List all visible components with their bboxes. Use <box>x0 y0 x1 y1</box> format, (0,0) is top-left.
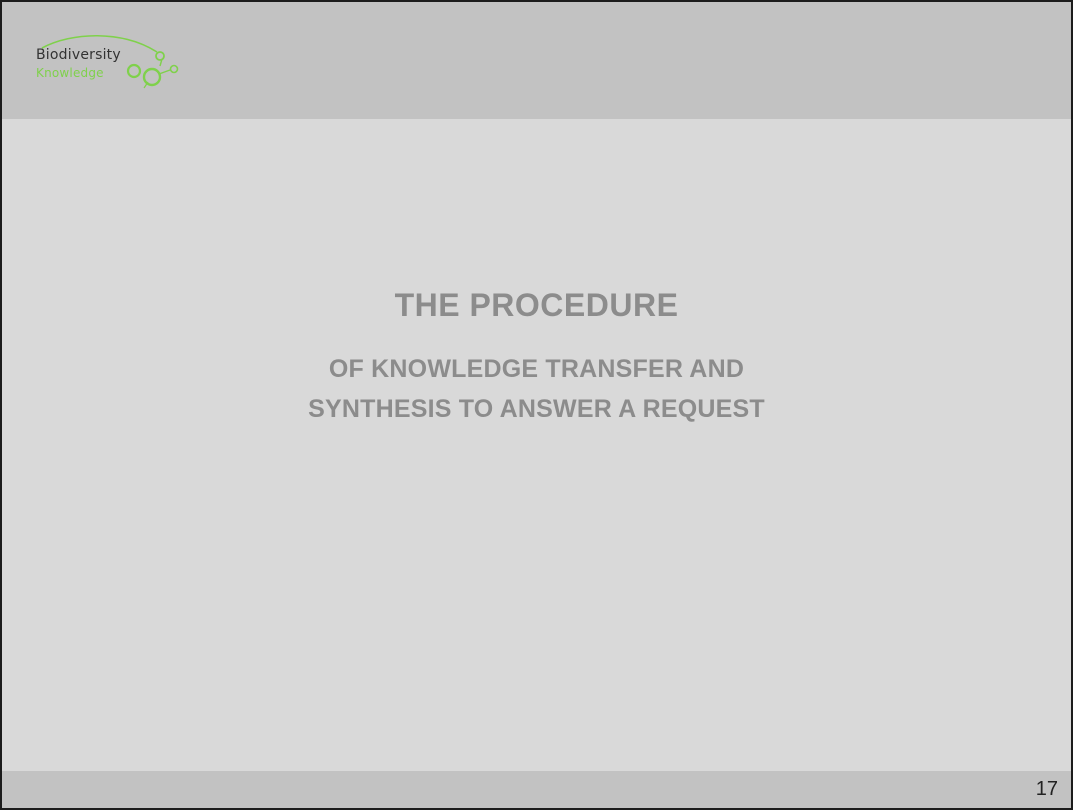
subtitle-line-2: SYNTHESIS TO ANSWER A REQUEST <box>308 395 765 423</box>
subtitle-line-1: OF KNOWLEDGE TRANSFER AND <box>328 355 745 383</box>
logo-text-knowledge: Knowledge <box>36 66 104 80</box>
logo-text-biodiversity: Biodiversity <box>36 47 121 63</box>
slide: Biodiversity Knowledge THE PROCEDURE OF … <box>0 0 1073 810</box>
slide-title: THE PROCEDURE <box>394 287 679 323</box>
slide-subtitle: OF KNOWLEDGE TRANSFER AND SYNTHESIS TO A… <box>2 349 1071 429</box>
slide-header-band: Biodiversity Knowledge <box>2 2 1071 119</box>
page-number: 17 <box>1035 778 1058 800</box>
slide-footer-band: 17 <box>2 771 1071 808</box>
slide-content: THE PROCEDURE OF KNOWLEDGE TRANSFER AND … <box>2 119 1071 771</box>
biodiversity-knowledge-logo: Biodiversity Knowledge <box>32 30 212 106</box>
